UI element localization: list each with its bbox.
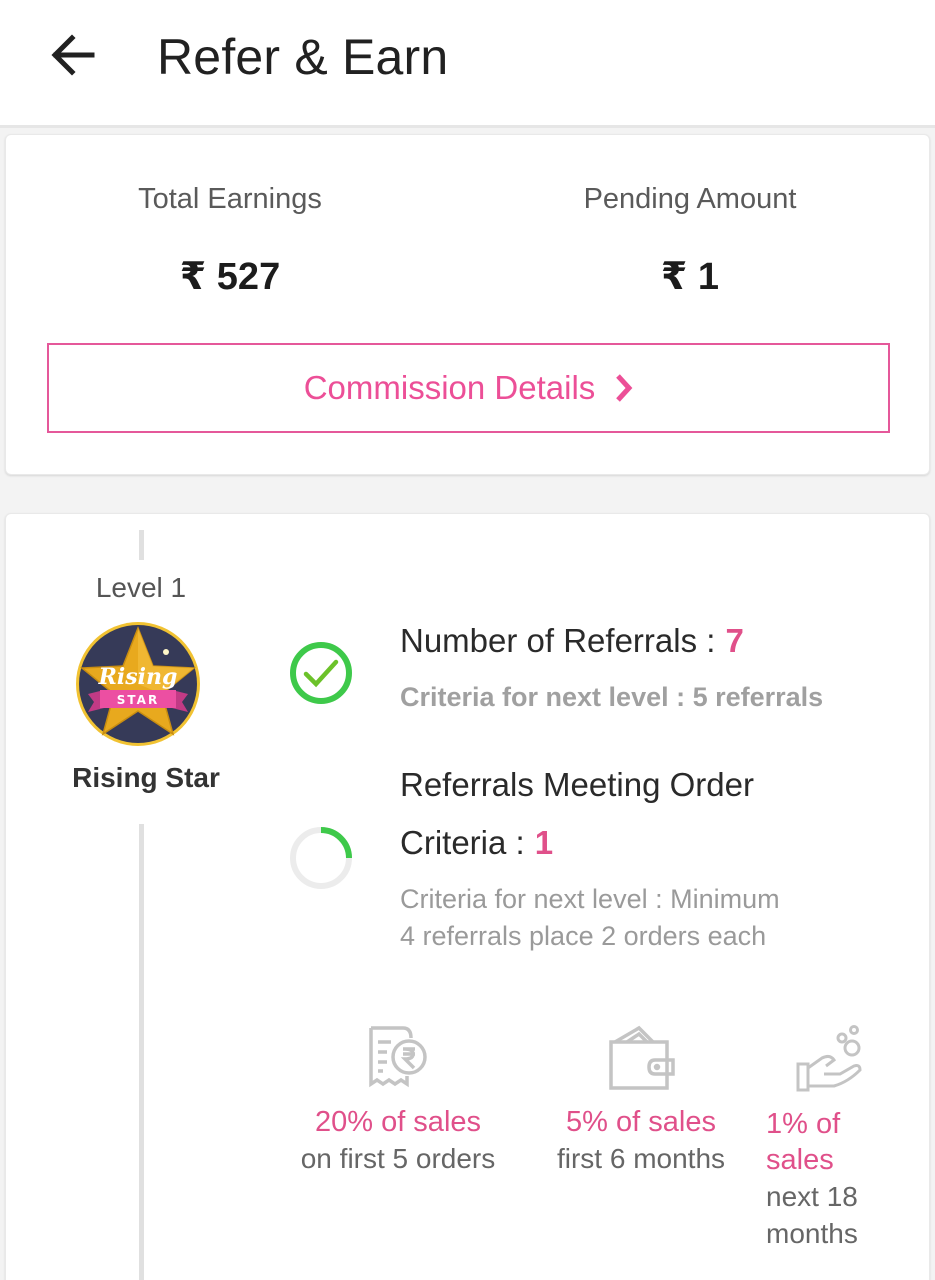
benefit-percent: 5% of sales xyxy=(566,1106,716,1138)
total-earnings-value: ₹ 527 xyxy=(179,256,281,298)
page-title: Refer & Earn xyxy=(157,29,449,85)
earnings-card: Total Earnings ₹ 527 Pending Amount ₹ 1 … xyxy=(5,134,930,475)
timeline-connector-top xyxy=(139,530,144,560)
criterion-orders-sub-line2: 4 referrals place 2 orders each xyxy=(400,921,767,951)
criterion-orders-sub-line1: Criteria for next level : Minimum xyxy=(400,884,780,914)
check-circle-icon xyxy=(290,642,352,704)
arrow-left-icon xyxy=(51,34,95,76)
progress-arc xyxy=(320,827,352,859)
timeline-connector-bottom xyxy=(139,824,144,1280)
progress-ring-icon xyxy=(290,827,352,889)
benefit-item: 1% of sales next 18 months xyxy=(766,1024,896,1252)
benefit-description: on first 5 orders xyxy=(300,1143,496,1174)
benefit-percent-line1: 1% of xyxy=(766,1108,841,1140)
benefit-percent-line2: sales xyxy=(766,1144,834,1176)
app-bar: Refer & Earn xyxy=(0,0,935,128)
benefit-percent: 20% of sales xyxy=(314,1106,482,1138)
benefit-item: 5% of sales first 6 months xyxy=(536,1024,746,1177)
back-button[interactable] xyxy=(48,30,98,80)
benefit-percent: 1% of sales xyxy=(766,1106,896,1178)
commission-details-button[interactable]: Commission Details xyxy=(47,343,890,433)
benefit-description-line1: next 18 xyxy=(766,1181,858,1212)
badge-text-star: STAR xyxy=(117,693,159,707)
receipt-rupee-icon xyxy=(369,1026,427,1088)
pending-amount-label: Pending Amount xyxy=(583,183,797,215)
hand-coins-icon xyxy=(796,1025,862,1092)
pending-amount-value: ₹ 1 xyxy=(660,256,720,298)
benefit-item: 20% of sales on first 5 orders xyxy=(278,1024,518,1177)
total-earnings-label: Total Earnings xyxy=(138,183,322,215)
level-name: Rising Star xyxy=(72,762,220,793)
criterion-orders-label: Criteria : xyxy=(400,824,525,861)
criterion-referrals-sub: Criteria for next level : 5 referrals xyxy=(400,682,824,712)
rising-star-badge-icon: Rising STAR xyxy=(76,622,200,746)
total-earnings: Total Earnings ₹ 527 xyxy=(70,183,390,299)
criterion-referrals-value: 7 xyxy=(725,622,744,659)
badge-text-rising: Rising xyxy=(98,664,178,690)
pending-amount: Pending Amount ₹ 1 xyxy=(530,183,850,299)
wallet-icon xyxy=(609,1025,675,1090)
level-card: Level 1 Rising STAR Rising Star Number o… xyxy=(5,513,930,1280)
criterion-orders-title-line2: Criteria :1 xyxy=(400,814,553,872)
benefit-description: next 18 months xyxy=(766,1178,896,1252)
benefit-description-line2: months xyxy=(766,1218,858,1249)
commission-details-label: Commission Details xyxy=(303,369,596,406)
criterion-referrals-title: Number of Referrals :7 xyxy=(400,612,744,670)
benefit-description: first 6 months xyxy=(556,1143,726,1174)
level-label: Level 1 xyxy=(95,572,187,603)
criterion-orders-sub: Criteria for next level : Minimum 4 refe… xyxy=(400,881,870,955)
chevron-right-icon xyxy=(616,374,633,402)
criterion-orders-title-line1: Referrals Meeting Order xyxy=(400,766,754,803)
criterion-orders-value: 1 xyxy=(534,824,554,861)
criterion-referrals-label: Number of Referrals : xyxy=(400,622,716,659)
